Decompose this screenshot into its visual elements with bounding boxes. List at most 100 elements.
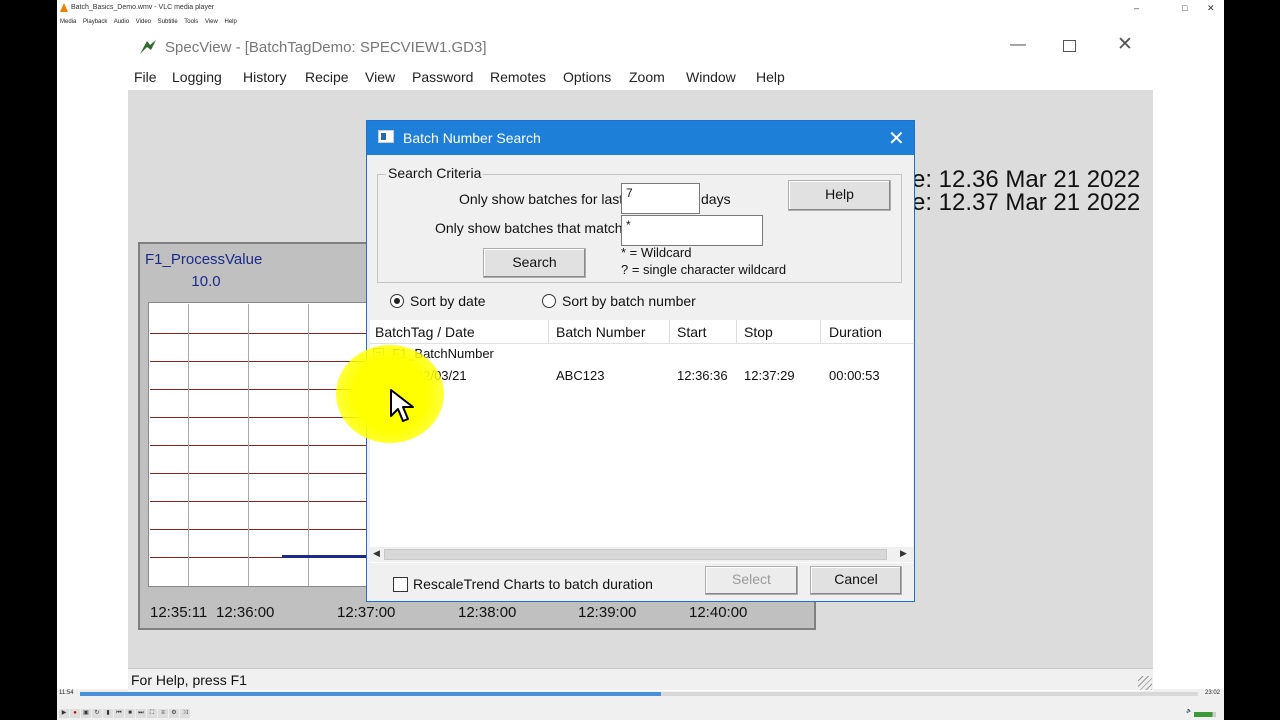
x-tick-label: 12:39:00	[578, 604, 637, 621]
column-header-batch-number[interactable]: Batch Number	[556, 324, 645, 340]
close-button[interactable]: ✕	[1117, 33, 1133, 56]
specview-logo-icon	[140, 40, 156, 54]
wildcard-note: * = Wildcard	[621, 245, 692, 260]
frame-icon[interactable]: ▮	[103, 709, 113, 718]
vlc-menu-subtitle[interactable]: Subtitle	[158, 19, 178, 25]
sort-by-date-label[interactable]: Sort by date	[410, 293, 486, 309]
grid-line	[150, 473, 368, 474]
vlc-maximize-button[interactable]: □	[1182, 0, 1187, 16]
vlc-elapsed-time: 11:54	[59, 690, 74, 696]
vlc-volume-slider[interactable]: 🔈	[1186, 708, 1220, 718]
menu-recipe[interactable]: Recipe	[305, 69, 349, 85]
vlc-minimize-button[interactable]: –	[1134, 0, 1139, 16]
vlc-menu-playback[interactable]: Playback	[83, 19, 107, 25]
vlc-cone-icon	[60, 3, 68, 12]
vlc-close-button[interactable]: ✕	[1207, 0, 1215, 16]
x-tick-label: 12:35:11	[150, 604, 208, 621]
specview-title: SpecView - [BatchTagDemo: SPECVIEW1.GD3]	[165, 39, 487, 56]
scroll-left-icon[interactable]: ◀	[373, 548, 380, 559]
menu-view[interactable]: View	[365, 69, 395, 85]
menu-file[interactable]: File	[134, 69, 157, 85]
x-tick-label: 12:38:00	[458, 604, 517, 621]
row-batch-number[interactable]: ABC123	[556, 368, 604, 383]
vlc-menu-video[interactable]: Video	[136, 19, 151, 25]
last-days-input[interactable]: 7	[621, 183, 700, 214]
menu-window[interactable]: Window	[686, 69, 736, 85]
volume-level	[1194, 712, 1216, 717]
rescale-checkbox[interactable]	[393, 577, 408, 592]
x-tick-label: 12:37:00	[337, 604, 396, 621]
row-duration[interactable]: 00:00:53	[829, 368, 880, 383]
select-button[interactable]: Select	[705, 566, 798, 595]
extended-icon[interactable]: ⚙	[169, 709, 179, 718]
match-input[interactable]: *	[621, 215, 763, 246]
shuffle-icon[interactable]: ⤨	[180, 709, 190, 718]
row-start[interactable]: 12:36:36	[677, 368, 728, 383]
grid-line	[150, 417, 368, 418]
vlc-menu-view[interactable]: View	[205, 19, 218, 25]
snapshot-icon[interactable]: ▣	[81, 709, 91, 718]
loop-icon[interactable]: ↻	[92, 709, 102, 718]
cancel-button[interactable]: Cancel	[810, 566, 902, 595]
vlc-menu-media[interactable]: Media	[60, 19, 76, 25]
timestamp-line-2: e: 12.37 Mar 21 2022	[912, 189, 1141, 216]
trend-series-line	[282, 555, 368, 558]
dialog-close-button[interactable]: ✕	[888, 126, 905, 151]
play-icon[interactable]: ▶	[59, 709, 69, 718]
column-header-batchtag[interactable]: BatchTag / Date	[375, 324, 475, 340]
column-header-duration[interactable]: Duration	[829, 324, 882, 340]
scroll-right-icon[interactable]: ▶	[900, 548, 907, 559]
speaker-icon: 🔈	[1186, 708, 1193, 714]
vlc-menu-audio[interactable]: Audio	[114, 19, 129, 25]
grid-line	[150, 529, 368, 530]
menu-remotes[interactable]: Remotes	[490, 69, 546, 85]
single-wildcard-note: ? = single character wildcard	[621, 262, 787, 277]
vlc-title-text: Batch_Basics_Demo.wmv - VLC media player	[71, 4, 215, 11]
grid-line	[150, 333, 368, 334]
stop-icon[interactable]: ■	[125, 709, 135, 718]
fullscreen-icon[interactable]: ⛶	[147, 709, 157, 718]
stop-record-icon[interactable]: ●	[70, 709, 80, 718]
vlc-title-bar: Batch_Basics_Demo.wmv - VLC media player…	[57, 0, 1224, 16]
menu-zoom[interactable]: Zoom	[629, 69, 665, 85]
playlist-icon[interactable]: ≡	[158, 709, 168, 718]
menu-password[interactable]: Password	[412, 69, 473, 85]
vlc-seek-progress	[80, 692, 661, 696]
grid-line	[188, 304, 189, 586]
menu-help[interactable]: Help	[756, 69, 785, 85]
search-button[interactable]: Search	[483, 248, 586, 278]
grid-line	[150, 501, 368, 502]
scrollbar-thumb[interactable]	[384, 549, 887, 560]
next-icon[interactable]: ⏭	[136, 709, 146, 718]
previous-icon[interactable]: ⏮	[114, 709, 124, 718]
column-header-stop[interactable]: Stop	[744, 324, 773, 340]
rescale-label[interactable]: RescaleTrend Charts to batch duration	[413, 576, 653, 592]
grid-line	[308, 304, 309, 586]
days-label: days	[701, 191, 731, 207]
column-separator[interactable]	[669, 320, 670, 344]
vlc-total-time: 23:02	[1205, 690, 1221, 696]
sort-by-batch-label[interactable]: Sort by batch number	[562, 293, 696, 309]
mouse-pointer-icon	[390, 389, 414, 422]
trend-tag-label: F1_ProcessValue	[145, 251, 263, 268]
column-header-start[interactable]: Start	[677, 324, 707, 340]
row-stop[interactable]: 12:37:29	[744, 368, 795, 383]
column-separator[interactable]	[548, 320, 549, 344]
menu-options[interactable]: Options	[563, 69, 611, 85]
grid-line	[248, 304, 249, 586]
sort-by-date-radio[interactable]	[390, 294, 404, 308]
sort-by-batch-radio[interactable]	[542, 294, 556, 308]
menu-history[interactable]: History	[243, 69, 287, 85]
help-button[interactable]: Help	[788, 180, 891, 211]
menu-logging[interactable]: Logging	[172, 69, 222, 85]
vlc-menu-help[interactable]: Help	[225, 19, 237, 25]
window-icon	[378, 130, 394, 143]
minimize-button[interactable]: —	[1010, 36, 1026, 54]
column-separator[interactable]	[820, 320, 821, 344]
column-separator[interactable]	[736, 320, 737, 344]
resize-grip[interactable]	[1138, 676, 1152, 690]
maximize-button[interactable]	[1063, 40, 1076, 52]
vlc-menu-tools[interactable]: Tools	[184, 19, 198, 25]
x-tick-label: 12:40:00	[689, 604, 748, 621]
status-bar: For Help, press F1	[128, 668, 1153, 690]
